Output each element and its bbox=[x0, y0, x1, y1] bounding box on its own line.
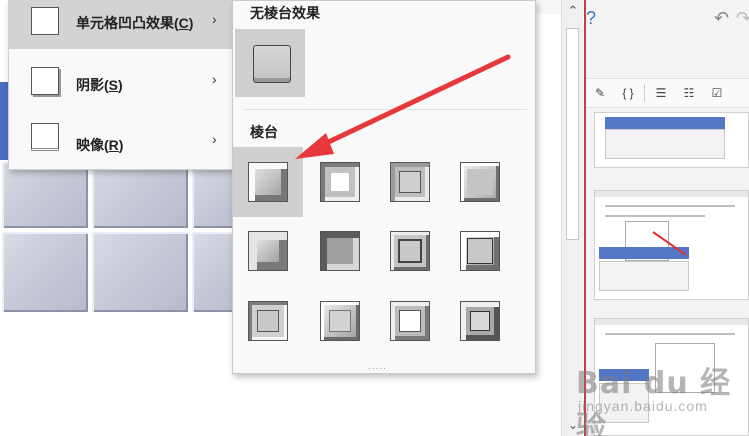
numbered-list-icon[interactable]: ☷ bbox=[675, 79, 703, 107]
shadow-icon bbox=[31, 67, 59, 95]
braces-icon[interactable]: { } bbox=[614, 79, 642, 107]
bullet-list-icon[interactable]: ☰ bbox=[647, 79, 675, 107]
thumb-menu bbox=[655, 343, 715, 393]
reflection-icon bbox=[31, 123, 59, 151]
bevel-inner-face bbox=[329, 310, 351, 332]
bevel-cool-slant-icon bbox=[460, 162, 500, 202]
bevel-preset-art-deco[interactable] bbox=[445, 286, 515, 356]
bevel-preset-circle[interactable] bbox=[233, 147, 303, 217]
bevel-art-deco-icon bbox=[460, 301, 500, 341]
chevron-right-icon: › bbox=[212, 11, 217, 27]
bevel-inner-face bbox=[399, 171, 421, 193]
thumb-ribbon bbox=[595, 191, 748, 197]
bevel-preset-hard-edge[interactable] bbox=[375, 286, 445, 356]
thumb-table-header bbox=[599, 369, 649, 381]
thumb-ribbon-line bbox=[605, 215, 705, 217]
vertical-scrollbar[interactable]: ⌃ ⌄ bbox=[561, 0, 583, 436]
bevel-inner-face bbox=[331, 173, 349, 191]
slide-thumbnail[interactable] bbox=[594, 112, 749, 168]
bevel-inner-face bbox=[398, 239, 422, 263]
menu-item-label: 单元格凹凸效果(C) bbox=[76, 15, 194, 31]
bevel-preset-slope[interactable] bbox=[445, 216, 515, 286]
menu-item-label: 映像(R) bbox=[76, 137, 124, 153]
table-cell[interactable] bbox=[90, 230, 190, 314]
right-pane-header: ? ↶ ↷ bbox=[586, 0, 749, 40]
chevron-right-icon: › bbox=[212, 131, 217, 147]
chevron-right-icon: › bbox=[212, 71, 217, 87]
bevel-inner-face bbox=[470, 311, 490, 331]
no-bevel-icon bbox=[253, 45, 291, 83]
thumb-table bbox=[605, 129, 725, 159]
bevel-heading: 棱台 bbox=[250, 124, 278, 140]
bevel-preset-riblet[interactable] bbox=[305, 286, 375, 356]
gallery-separator bbox=[243, 109, 527, 110]
bevel-preset-angle[interactable] bbox=[233, 216, 303, 286]
effects-submenu: 单元格凹凸效果(C) › 阴影(S) › 映像(R) › bbox=[8, 0, 234, 171]
bevel-hard-edge-icon bbox=[390, 301, 430, 341]
bevel-angle-icon bbox=[248, 231, 288, 271]
slide-thumbnail[interactable] bbox=[594, 190, 749, 300]
thumb-ribbon bbox=[595, 319, 748, 325]
bevel-inner-face bbox=[399, 310, 421, 332]
bevel-preset-convex[interactable] bbox=[375, 216, 445, 286]
checkbox-icon[interactable]: ☑ bbox=[703, 79, 731, 107]
undo-icon[interactable]: ↶ bbox=[714, 8, 729, 29]
bevel-preset-cross[interactable] bbox=[375, 147, 445, 217]
bevel-preset-divot[interactable] bbox=[233, 286, 303, 356]
right-pane-toolbar: ✎ { } ☰ ☷ ☑ bbox=[586, 78, 749, 108]
scroll-up-button[interactable]: ⌃ bbox=[562, 0, 584, 22]
right-pane: ? ↶ ↷ ✎ { } ☰ ☷ ☑ bbox=[586, 0, 749, 436]
bevel-soft-round-icon bbox=[320, 231, 360, 271]
menu-item-shadow[interactable]: 阴影(S) › bbox=[9, 55, 234, 111]
bevel-preset-relaxed-inset[interactable] bbox=[305, 147, 375, 217]
thumb-ribbon-line bbox=[605, 205, 735, 207]
bevel-slope-icon bbox=[460, 231, 500, 271]
scroll-thumb[interactable] bbox=[566, 28, 579, 240]
thumb-ribbon-line bbox=[605, 333, 735, 335]
help-icon[interactable]: ? bbox=[586, 8, 596, 29]
thumb-table bbox=[599, 383, 649, 423]
menu-item-cell-bevel[interactable]: 单元格凹凸效果(C) › bbox=[9, 0, 234, 49]
screen: ⌃ ⌄ ? ↶ ↷ ✎ { } ☰ ☷ ☑ Bai du 经验 jingyan.… bbox=[0, 0, 749, 436]
menu-item-reflection[interactable]: 映像(R) › bbox=[9, 115, 234, 171]
bevel-riblet-icon bbox=[320, 301, 360, 341]
resize-handle[interactable]: ..... bbox=[368, 361, 387, 372]
pen-icon[interactable]: ✎ bbox=[586, 79, 614, 107]
no-bevel-heading: 无棱台效果 bbox=[250, 5, 320, 21]
bevel-inner-face bbox=[467, 169, 493, 195]
redo-icon[interactable]: ↷ bbox=[736, 8, 749, 29]
no-bevel-option[interactable] bbox=[235, 29, 305, 97]
bevel-gallery: 无棱台效果 棱台 ..... bbox=[232, 0, 536, 374]
bevel-inner-face bbox=[467, 238, 493, 264]
bevel-cross-icon bbox=[390, 162, 430, 202]
bevel-relaxed-inset-icon bbox=[320, 162, 360, 202]
bevel-preset-cool-slant[interactable] bbox=[445, 147, 515, 217]
bevel-divot-icon bbox=[248, 301, 288, 341]
bevel-circle-icon bbox=[248, 162, 288, 202]
thumb-table bbox=[599, 261, 689, 291]
bevel-convex-icon bbox=[390, 231, 430, 271]
cell-bevel-icon bbox=[31, 7, 59, 35]
scroll-down-button[interactable]: ⌄ bbox=[562, 414, 584, 436]
menu-item-label: 阴影(S) bbox=[76, 77, 123, 93]
bevel-preset-soft-round[interactable] bbox=[305, 216, 375, 286]
table-cell[interactable] bbox=[0, 230, 90, 314]
bevel-inner-face bbox=[257, 310, 279, 332]
slide-thumbnail[interactable] bbox=[594, 318, 749, 436]
toolbar-divider bbox=[644, 84, 645, 102]
thumb-table-header bbox=[605, 117, 725, 129]
